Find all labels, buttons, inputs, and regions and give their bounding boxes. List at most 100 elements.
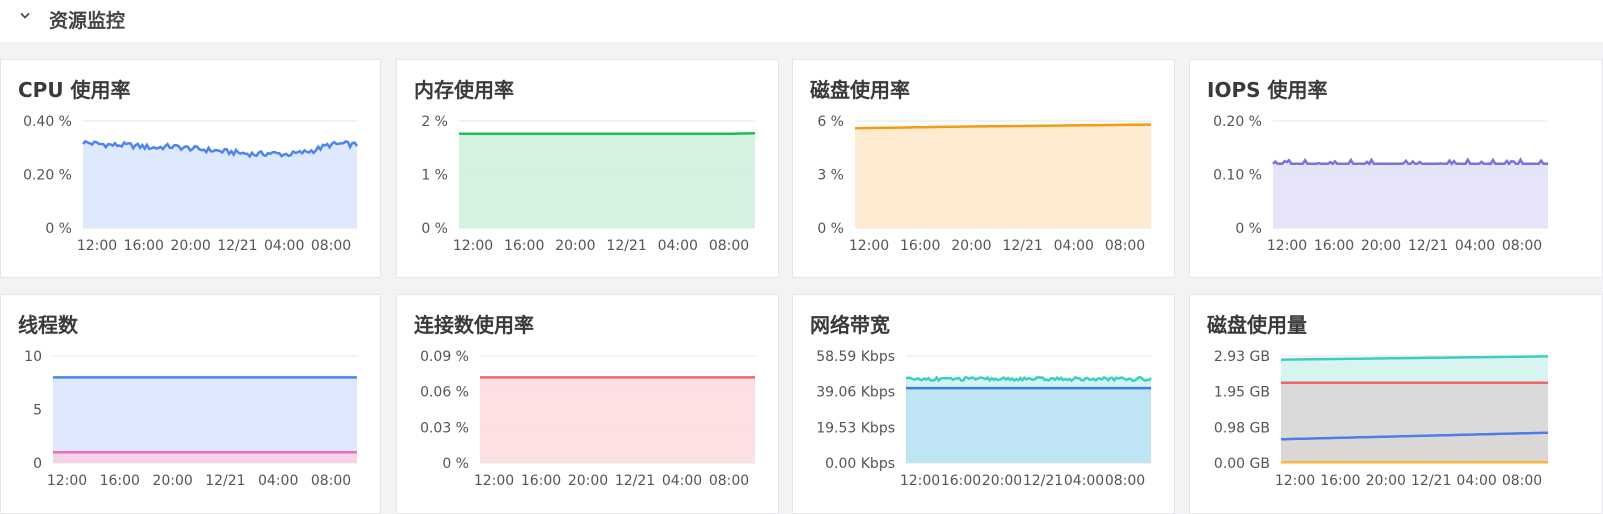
y-tick-label: 2.93 GB: [1214, 349, 1270, 365]
x-tick-label: 16:00: [521, 473, 561, 489]
x-tick-label: 12:00: [47, 473, 87, 489]
y-tick-label: 0 %: [1235, 221, 1262, 237]
x-tick-label: 12/21: [1408, 238, 1448, 254]
x-tick-label: 08:00: [709, 473, 749, 489]
x-tick-label: 04:00: [264, 238, 304, 254]
y-tick-label: 0.00 Kbps: [825, 456, 895, 472]
y-tick-label: 0.20 %: [23, 168, 72, 184]
x-tick-label: 12:00: [474, 473, 514, 489]
x-tick-label: 20:00: [170, 238, 210, 254]
chart-card-iops: IOPS 使用率 0 % 0.10 % 0.20 % 12:00 16:00 20:00 12…: [1189, 59, 1603, 278]
x-tick-label: 04:00: [662, 473, 702, 489]
series-area: [83, 141, 357, 228]
series-line: [459, 132, 755, 136]
y-tick-label: 0: [33, 456, 42, 472]
y-tick-label: 0.09 %: [420, 349, 469, 365]
x-tick-label: 04:00: [1064, 473, 1104, 489]
x-tick-label: 20:00: [951, 238, 991, 254]
x-tick-label: 12/21: [217, 238, 257, 254]
chart-connections: 0 % 0.03 % 0.06 % 0.09 % 12:00 16:00 20:00 12/2…: [420, 349, 755, 489]
x-tick-label: 08:00: [709, 238, 749, 254]
y-tick-label: 58.59 Kbps: [816, 349, 895, 365]
x-tick-label: 12/21: [606, 238, 646, 254]
y-tick-label: 0 %: [817, 221, 844, 237]
x-tick-label: 12/21: [205, 473, 245, 489]
chart-network: 0.00 Kbps 19.53 Kbps 39.06 Kbps 58.59 Kbps 1…: [816, 349, 1152, 489]
y-tick-label: 0.40 %: [23, 114, 72, 130]
x-tick-label: 12:00: [900, 473, 940, 489]
x-tick-label: 08:00: [311, 473, 351, 489]
chart-card-threads: 线程数 0 5 10 12:00 16:00 20:00 12/21 04:00 08:00: [0, 294, 381, 514]
x-tick-label: 20:00: [555, 238, 595, 254]
x-tick-label: 12/21: [1002, 238, 1042, 254]
series-area: [53, 377, 357, 463]
chart-card-memory: 内存使用率 0 % 1 % 2 % 12:00 16:00 20:00 12/21 04:00 0…: [396, 59, 779, 278]
chart-card-network: 网络带宽 0.00 Kbps 19.53 Kbps 39.06 Kbps 58.59 K…: [792, 294, 1175, 514]
chart-card-cpu: CPU 使用率 0 % 0.20 % 0.40 % 12:00 16:00 20:00 12/…: [0, 59, 381, 278]
x-tick-label: 08:00: [1502, 238, 1542, 254]
x-tick-label: 12/21: [1411, 473, 1451, 489]
y-tick-label: 5: [33, 403, 42, 419]
x-tick-label: 04:00: [1456, 473, 1496, 489]
x-tick-label: 08:00: [1502, 473, 1542, 489]
x-tick-label: 20:00: [982, 473, 1022, 489]
x-tick-label: 16:00: [900, 238, 940, 254]
y-tick-label: 0 %: [421, 221, 448, 237]
x-tick-label: 12:00: [849, 238, 889, 254]
series-area: [480, 377, 755, 463]
x-tick-label: 04:00: [658, 238, 698, 254]
x-tick-label: 16:00: [1320, 473, 1360, 489]
chart-iops: 0 % 0.10 % 0.20 % 12:00 16:00 20:00 12/21 04:00…: [1213, 114, 1548, 254]
x-tick-label: 16:00: [504, 238, 544, 254]
y-tick-label: 0.06 %: [420, 385, 469, 401]
x-tick-label: 12:00: [77, 238, 117, 254]
x-tick-label: 20:00: [568, 473, 608, 489]
y-tick-label: 0.98 GB: [1214, 420, 1270, 436]
y-tick-label: 0.20 %: [1213, 114, 1262, 130]
y-tick-label: 10: [24, 349, 42, 365]
series-area: [855, 124, 1151, 228]
x-tick-label: 16:00: [124, 238, 164, 254]
chart-threads: 0 5 10 12:00 16:00 20:00 12/21 04:00 08:00: [24, 349, 357, 489]
chart-disk-usage: 0.00 GB 0.98 GB 1.95 GB 2.93 GB 12:00 16:00 20…: [1214, 349, 1548, 489]
chart-card-disk-usage: 磁盘使用量 0.00 GB 0.98 GB 1.95 GB 2.93 GB 12:00 16…: [1189, 294, 1603, 514]
x-tick-label: 16:00: [100, 473, 140, 489]
x-tick-label: 12:00: [1275, 473, 1315, 489]
x-tick-label: 16:00: [941, 473, 981, 489]
x-tick-label: 20:00: [1361, 238, 1401, 254]
section-title: 资源监控: [49, 10, 126, 32]
chart-cpu: 0 % 0.20 % 0.40 % 12:00 16:00 20:00 12/21 04:00…: [23, 114, 359, 254]
x-tick-label: 20:00: [1366, 473, 1406, 489]
chart-card-disk-rate: 磁盘使用率 0 % 3 % 6 % 12:00 16:00 20:00 12/21 04:00 0…: [792, 59, 1175, 278]
x-tick-label: 08:00: [1105, 473, 1145, 489]
y-tick-label: 19.53 Kbps: [816, 420, 895, 436]
x-tick-label: 16:00: [1314, 238, 1354, 254]
x-tick-label: 08:00: [1105, 238, 1145, 254]
y-tick-label: 39.06 Kbps: [816, 385, 895, 401]
x-tick-label: 12/21: [1023, 473, 1063, 489]
chart-disk-rate: 0 % 3 % 6 % 12:00 16:00 20:00 12/21 04:00 08:00: [817, 114, 1151, 254]
y-tick-label: 6 %: [817, 114, 844, 130]
y-tick-label: 0 %: [442, 456, 469, 472]
y-tick-label: 0 %: [45, 221, 72, 237]
chart-memory: 0 % 1 % 2 % 12:00 16:00 20:00 12/21 04:00 08:00: [421, 114, 755, 254]
x-tick-label: 12/21: [615, 473, 655, 489]
series-area: [459, 133, 755, 228]
chevron-down-icon[interactable]: [18, 9, 32, 23]
x-tick-label: 12:00: [1267, 238, 1307, 254]
x-tick-label: 20:00: [152, 473, 192, 489]
section-header[interactable]: 资源监控: [0, 0, 1603, 42]
y-tick-label: 1 %: [421, 168, 448, 184]
y-tick-label: 0.03 %: [420, 420, 469, 436]
series-area: [53, 452, 357, 463]
y-tick-label: 0.00 GB: [1214, 456, 1270, 472]
y-tick-label: 3 %: [817, 168, 844, 184]
y-tick-label: 1.95 GB: [1214, 385, 1270, 401]
x-tick-label: 04:00: [258, 473, 298, 489]
y-tick-label: 0.10 %: [1213, 168, 1262, 184]
x-tick-label: 04:00: [1054, 238, 1094, 254]
x-tick-label: 12:00: [453, 238, 493, 254]
y-tick-label: 2 %: [421, 114, 448, 130]
chart-card-connections: 连接数使用率 0 % 0.03 % 0.06 % 0.09 % 12:00 16:00 20:…: [396, 294, 779, 514]
x-tick-label: 08:00: [311, 238, 351, 254]
